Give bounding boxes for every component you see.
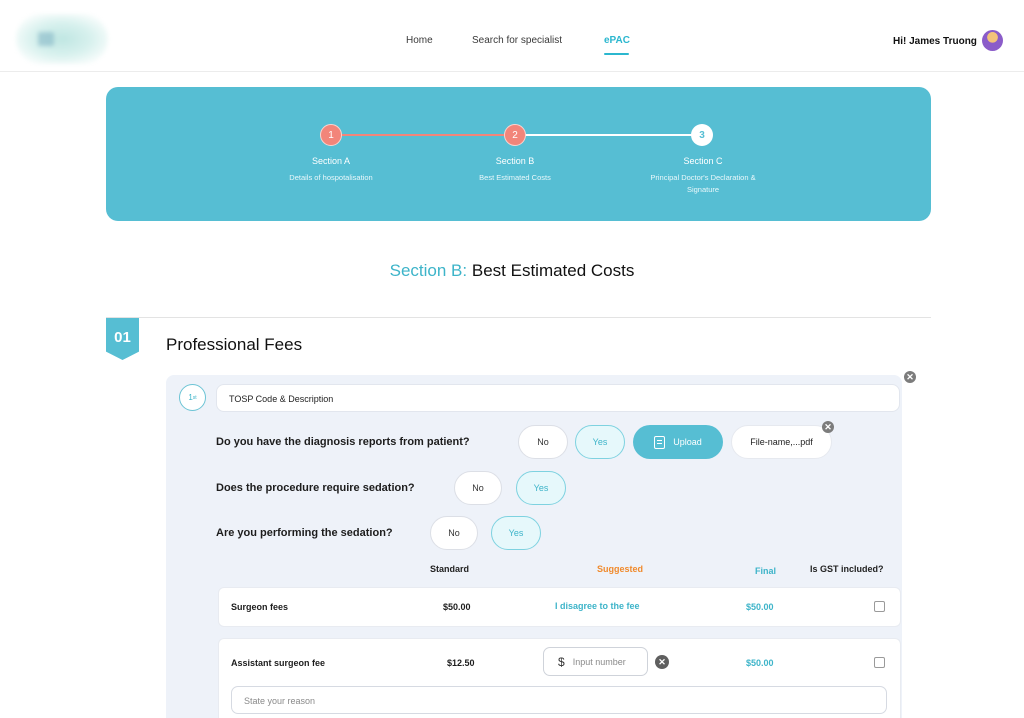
gst-included-checkbox[interactable] [874, 657, 885, 668]
diagnosis-no-button[interactable]: No [518, 425, 568, 459]
uploaded-file-chip: File-name,...pdf [731, 425, 832, 459]
fee-label: Assistant surgeon fee [231, 658, 326, 668]
user-avatar[interactable] [982, 30, 1003, 51]
final-fee: $50.00 [746, 602, 774, 612]
disagree-fee-link[interactable]: I disagree to the fee [555, 601, 640, 611]
step-1-indicator[interactable]: 1 [320, 124, 342, 146]
sedation-required-no-button[interactable]: No [454, 471, 502, 505]
reason-input[interactable]: State your reason [231, 686, 887, 714]
brand-logo[interactable] [16, 14, 108, 64]
section-divider [106, 317, 931, 318]
step-1-title: Section A [311, 156, 351, 166]
column-standard: Standard [430, 564, 470, 574]
section-prefix: Section B: [389, 261, 468, 280]
step-connector-completed [331, 134, 515, 136]
performing-sedation-yes-button[interactable]: Yes [491, 516, 541, 550]
remove-file-close-icon[interactable]: ✕ [822, 421, 834, 433]
nav-epac[interactable]: ePAC [604, 35, 630, 46]
professional-fees-title: Professional Fees [166, 335, 303, 354]
upload-label: Upload [673, 437, 702, 447]
section-number-badge: 01 [106, 318, 139, 360]
suggested-fee-input[interactable]: $ Input number [543, 647, 648, 676]
clear-input-close-icon[interactable]: ✕ [655, 655, 669, 669]
column-gst-included: Is GST included? [810, 564, 884, 574]
dollar-icon: $ [558, 654, 565, 669]
entry-ordinal-badge: 1st [179, 384, 206, 411]
column-suggested: Suggested [597, 564, 644, 574]
step-1-subtitle: Details of hospotalisation [289, 173, 373, 182]
sedation-required-yes-button[interactable]: Yes [516, 471, 566, 505]
step-connector-upcoming [515, 134, 702, 136]
gst-included-checkbox[interactable] [874, 601, 885, 612]
section-heading: Section B: Best Estimated Costs [0, 261, 1024, 281]
question-sedation-required: Does the procedure require sedation? [216, 482, 415, 494]
step-3-indicator[interactable]: 3 [691, 124, 713, 146]
section-title: Best Estimated Costs [471, 261, 635, 280]
fee-label: Surgeon fees [231, 602, 289, 612]
tosp-code-input[interactable]: TOSP Code & Description [216, 384, 900, 412]
user-greeting: Hi! James Truong [893, 36, 977, 47]
nav-search-specialist[interactable]: Search for specialist [472, 35, 562, 46]
step-3-title: Section C [683, 156, 723, 166]
step-2-title: Section B [495, 156, 535, 166]
progress-stepper: 1 Section A Details of hospotalisation 2… [106, 87, 931, 221]
standard-fee: $50.00 [443, 602, 471, 612]
performing-sedation-no-button[interactable]: No [430, 516, 478, 550]
step-3-subtitle: Principal Doctor's Declaration & Signatu… [650, 173, 756, 194]
remove-entry-close-icon[interactable]: ✕ [904, 371, 916, 383]
top-header: Home Search for specialist ePAC Hi! Jame… [0, 0, 1024, 72]
step-2-indicator[interactable]: 2 [504, 124, 526, 146]
question-diagnosis-reports: Do you have the diagnosis reports from p… [216, 436, 470, 448]
standard-fee: $12.50 [447, 658, 475, 668]
column-final: Final [755, 566, 777, 576]
final-fee: $50.00 [746, 658, 774, 668]
input-placeholder: Input number [572, 656, 626, 667]
document-upload-icon [654, 435, 666, 449]
question-performing-sedation: Are you performing the sedation? [216, 527, 393, 539]
step-2-subtitle: Best Estimated Costs [479, 173, 551, 182]
ordinal-suffix: st [192, 394, 197, 401]
nav-home[interactable]: Home [406, 35, 433, 46]
logo-mark [38, 32, 54, 46]
active-nav-indicator [604, 53, 629, 55]
diagnosis-yes-button[interactable]: Yes [575, 425, 625, 459]
upload-button[interactable]: Upload [633, 425, 723, 459]
